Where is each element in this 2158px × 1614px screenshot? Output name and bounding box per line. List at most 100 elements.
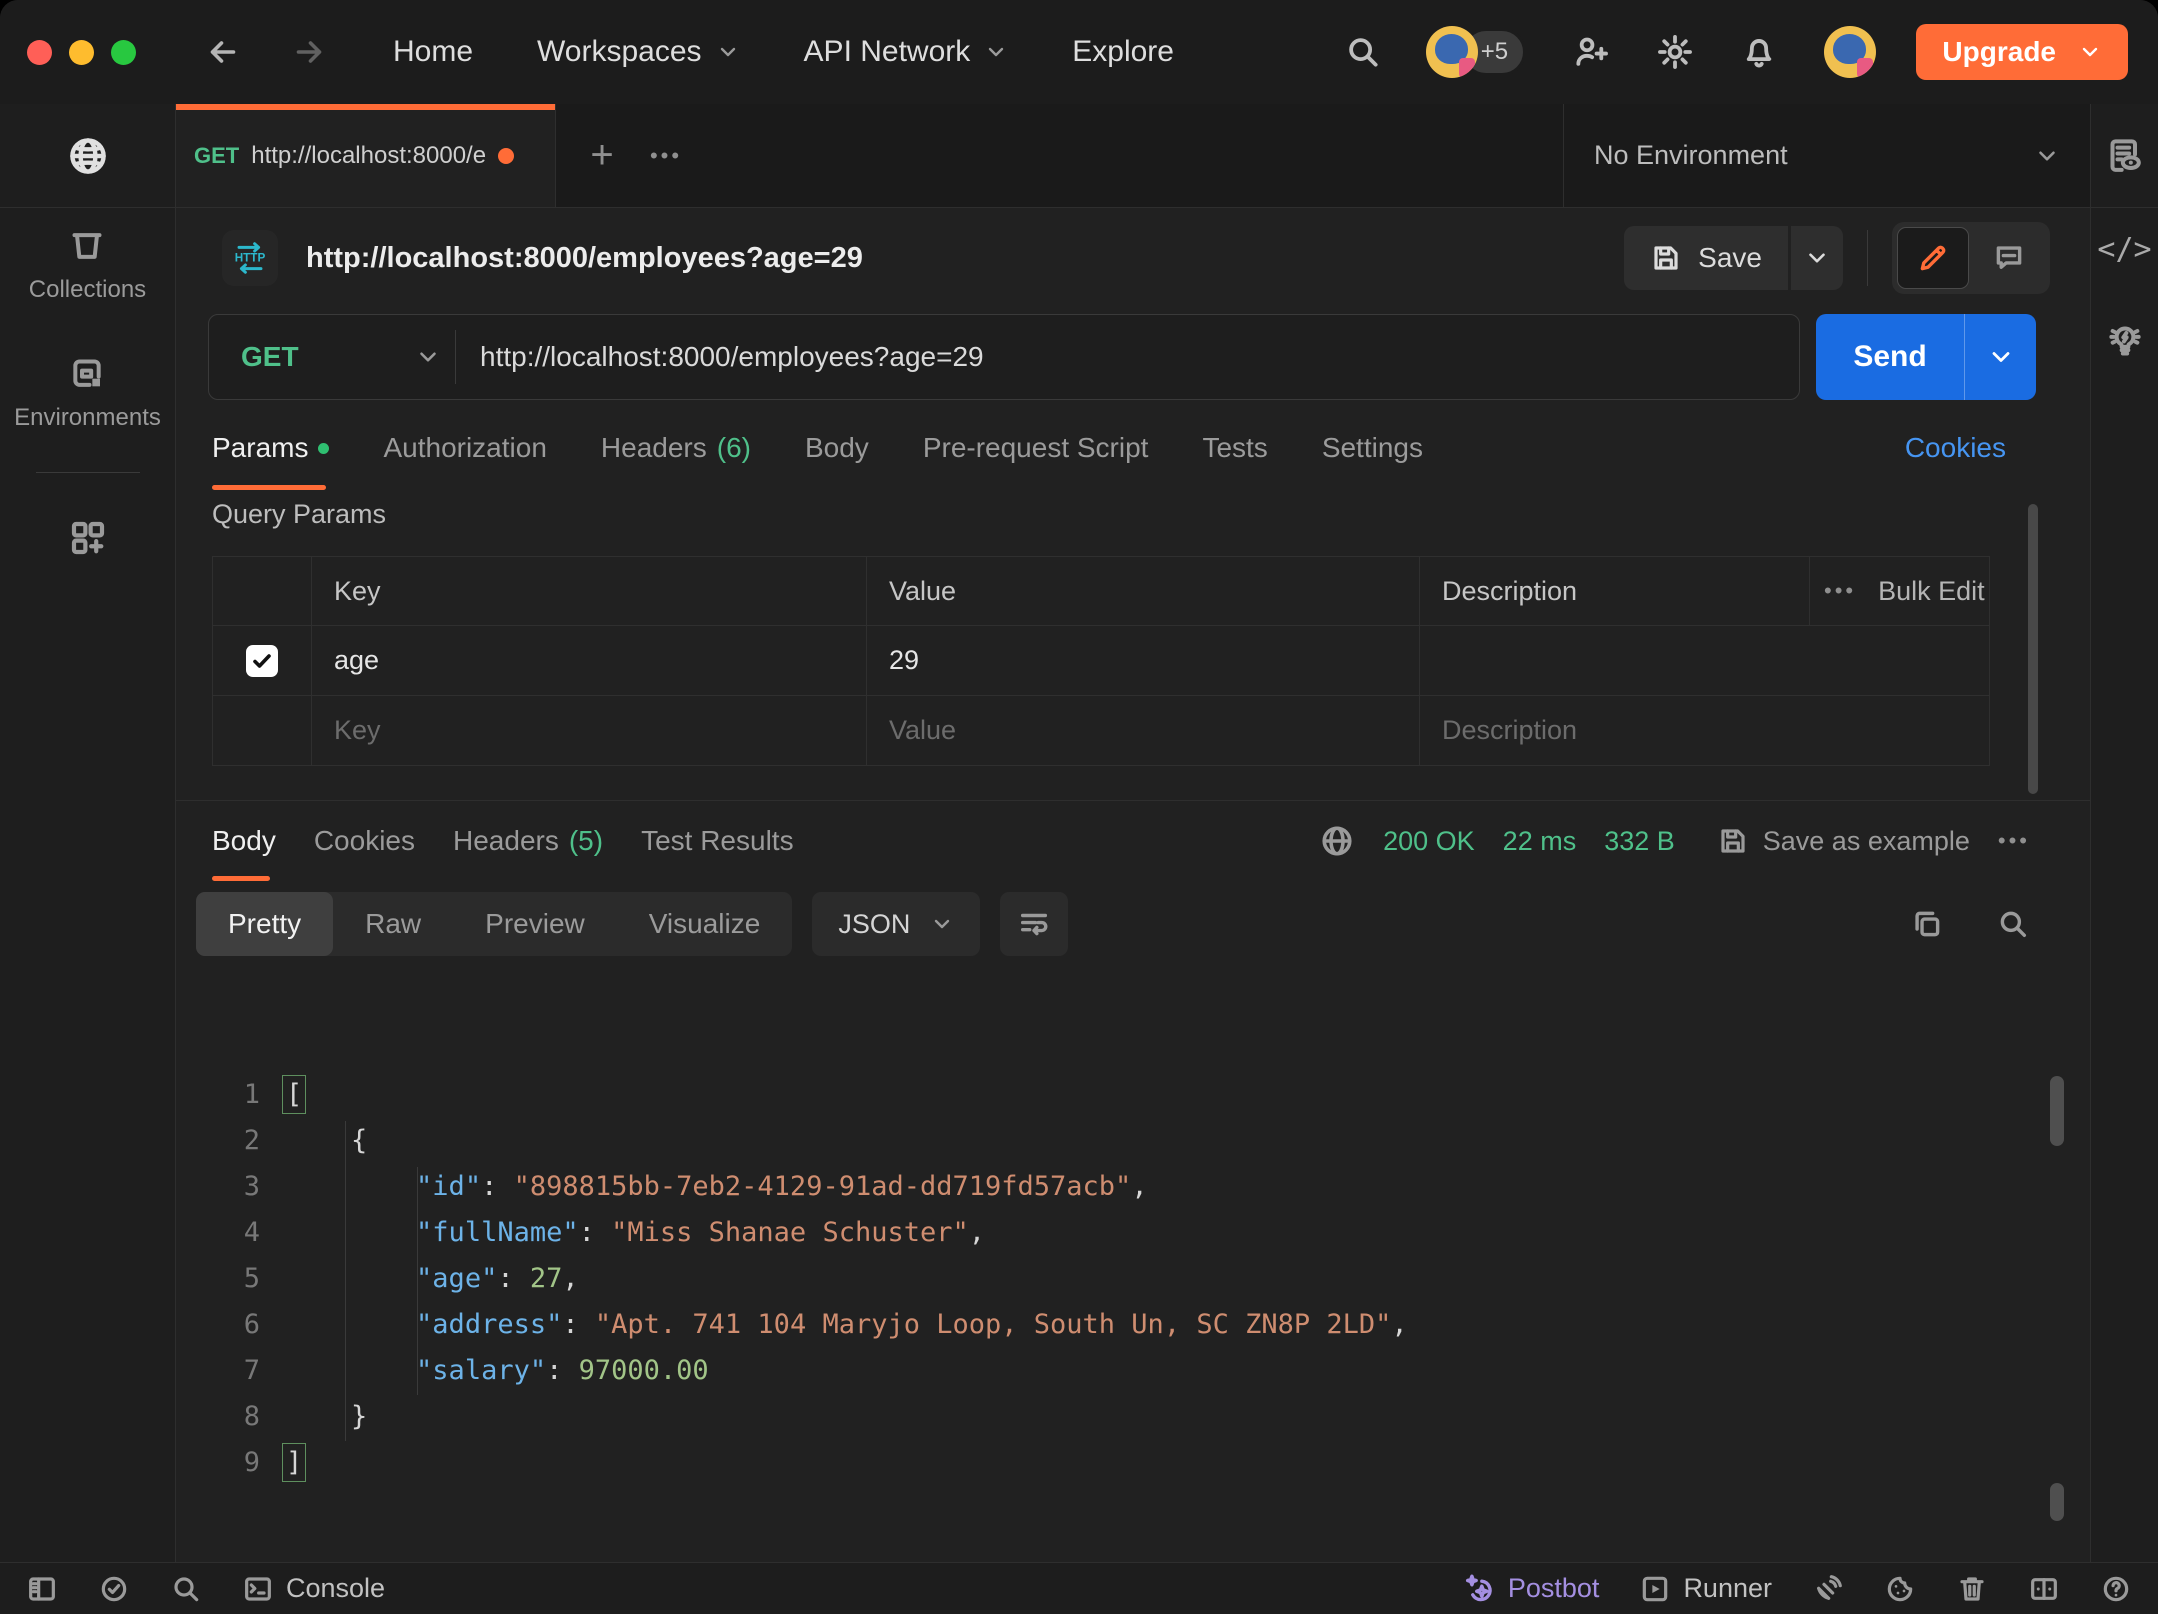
window-close-button[interactable] bbox=[27, 40, 52, 65]
method-select[interactable]: GET bbox=[209, 341, 455, 373]
nav-api-network[interactable]: API Network bbox=[804, 35, 1009, 69]
query-params-table: Key Value Description ••• Bulk Edit bbox=[212, 556, 1990, 766]
save-options-button[interactable] bbox=[1791, 226, 1843, 290]
param-key-input[interactable]: Key bbox=[311, 696, 866, 765]
network-globe-icon[interactable] bbox=[1319, 823, 1355, 859]
tab-options-button[interactable]: ••• bbox=[634, 104, 698, 207]
cookies-link[interactable]: Cookies bbox=[1905, 432, 2006, 464]
comment-button[interactable] bbox=[1973, 227, 2045, 289]
request-tab[interactable]: GET http://localhost:8000/e bbox=[176, 104, 556, 207]
collections-icon bbox=[67, 226, 107, 266]
cookies-button[interactable] bbox=[1884, 1573, 1916, 1605]
params-more-actions-button[interactable]: ••• bbox=[1824, 578, 1856, 604]
invite-user-icon[interactable] bbox=[1572, 33, 1610, 71]
save-floppy-icon bbox=[1650, 242, 1682, 274]
team-avatar-group[interactable]: +5 bbox=[1426, 26, 1526, 78]
tab-headers[interactable]: Headers (6) bbox=[601, 432, 751, 464]
toggle-sidebar-button[interactable] bbox=[26, 1573, 58, 1605]
size-badge[interactable]: 332 B bbox=[1604, 826, 1675, 857]
checklist-button[interactable] bbox=[98, 1573, 130, 1605]
format-select[interactable]: JSON bbox=[812, 892, 980, 956]
settings-gear-icon[interactable] bbox=[1656, 33, 1694, 71]
tab-authorization[interactable]: Authorization bbox=[383, 432, 546, 464]
response-code[interactable]: 1[2 {3 "id": "898815bb-7eb2-4129-91ad-dd… bbox=[176, 1071, 2090, 1562]
upgrade-button[interactable]: Upgrade bbox=[1916, 24, 2128, 80]
two-pane-icon bbox=[2028, 1573, 2060, 1605]
response-tab-body[interactable]: Body bbox=[212, 825, 276, 857]
status-badge[interactable]: 200 OK bbox=[1383, 826, 1475, 857]
response-scrollbar-thumb[interactable] bbox=[2050, 1076, 2064, 1146]
send-button[interactable]: Send bbox=[1816, 314, 1964, 400]
time-badge[interactable]: 22 ms bbox=[1503, 826, 1577, 857]
capture-requests-button[interactable] bbox=[1812, 1573, 1844, 1605]
wrap-text-button[interactable] bbox=[1000, 892, 1068, 956]
response-toolbar: Pretty Raw Preview Visualize JSON bbox=[176, 881, 2090, 967]
configure-modules-button[interactable] bbox=[67, 517, 109, 559]
nav-workspaces[interactable]: Workspaces bbox=[537, 35, 740, 69]
response-scrollbar-thumb[interactable] bbox=[2050, 1483, 2064, 1521]
console-label: Console bbox=[286, 1573, 385, 1604]
notifications-bell-icon[interactable] bbox=[1740, 33, 1778, 71]
workspace-globe-button[interactable] bbox=[0, 104, 175, 208]
view-visualize[interactable]: Visualize bbox=[617, 892, 793, 956]
save-button[interactable]: Save bbox=[1624, 226, 1788, 290]
response-tab-test-results[interactable]: Test Results bbox=[641, 825, 794, 857]
window-zoom-button[interactable] bbox=[111, 40, 136, 65]
runner-button[interactable]: Runner bbox=[1639, 1573, 1772, 1605]
param-description-input[interactable]: Description bbox=[1419, 696, 1989, 765]
trash-button[interactable] bbox=[1956, 1573, 1988, 1605]
request-title: http://localhost:8000/employees?age=29 bbox=[306, 242, 1624, 275]
ellipsis-icon: ••• bbox=[650, 143, 682, 169]
help-button[interactable] bbox=[2100, 1573, 2132, 1605]
send-options-button[interactable] bbox=[1964, 314, 2036, 400]
add-modules-icon bbox=[67, 517, 109, 559]
tab-authorization-label: Authorization bbox=[383, 432, 546, 464]
line-number: 2 bbox=[176, 1125, 286, 1156]
param-value-cell[interactable]: 29 bbox=[866, 626, 1419, 695]
tab-tests[interactable]: Tests bbox=[1202, 432, 1267, 464]
param-value-input[interactable]: Value bbox=[866, 696, 1419, 765]
sidebar-item-environments[interactable]: Environments bbox=[14, 354, 161, 432]
back-arrow-icon[interactable] bbox=[205, 34, 241, 70]
search-icon[interactable] bbox=[1344, 33, 1382, 71]
info-lightbulb-button[interactable] bbox=[2105, 321, 2145, 361]
split-pane-button[interactable] bbox=[2028, 1573, 2060, 1605]
search-response-button[interactable] bbox=[1996, 907, 2030, 941]
environment-selector[interactable]: No Environment bbox=[1563, 104, 2090, 207]
response-tab-headers[interactable]: Headers (5) bbox=[453, 825, 603, 857]
console-button[interactable]: Console bbox=[242, 1573, 385, 1605]
params-scrollbar[interactable] bbox=[2028, 504, 2038, 794]
postman-window: Home Workspaces API Network Explore +5 bbox=[0, 0, 2158, 1614]
param-key-cell[interactable]: age bbox=[311, 626, 866, 695]
response-options-button[interactable]: ••• bbox=[1998, 828, 2030, 854]
url-input[interactable]: http://localhost:8000/employees?age=29 bbox=[456, 341, 1799, 373]
tab-settings[interactable]: Settings bbox=[1322, 432, 1423, 464]
add-tab-button[interactable]: + bbox=[570, 104, 634, 207]
tab-params[interactable]: Params bbox=[212, 432, 329, 464]
save-as-example-button[interactable]: Save as example bbox=[1717, 825, 1970, 857]
view-raw[interactable]: Raw bbox=[333, 892, 453, 956]
row-checkbox[interactable] bbox=[246, 645, 278, 677]
rename-request-button[interactable] bbox=[1897, 227, 1969, 289]
response-tab-cookies[interactable]: Cookies bbox=[314, 825, 415, 857]
nav-explore[interactable]: Explore bbox=[1072, 35, 1174, 69]
http-request-icon: HTTP bbox=[222, 230, 278, 286]
svg-text:HTTP: HTTP bbox=[235, 251, 266, 264]
forward-arrow-icon[interactable] bbox=[291, 34, 327, 70]
user-avatar[interactable] bbox=[1824, 26, 1876, 78]
param-description-cell[interactable] bbox=[1419, 626, 1989, 695]
find-button[interactable] bbox=[170, 1573, 202, 1605]
postbot-button[interactable]: Postbot bbox=[1462, 1572, 1600, 1606]
tab-body[interactable]: Body bbox=[805, 432, 869, 464]
environment-quick-look-button[interactable] bbox=[2091, 104, 2158, 208]
active-tab-indicator bbox=[212, 876, 270, 881]
code-snippet-button[interactable]: </> bbox=[2097, 232, 2151, 267]
bulk-edit-button[interactable]: Bulk Edit bbox=[1878, 576, 1985, 607]
view-preview[interactable]: Preview bbox=[453, 892, 617, 956]
tab-pre-request-script[interactable]: Pre-request Script bbox=[923, 432, 1149, 464]
view-pretty[interactable]: Pretty bbox=[196, 892, 333, 956]
sidebar-item-collections[interactable]: Collections bbox=[29, 226, 146, 304]
window-minimize-button[interactable] bbox=[69, 40, 94, 65]
copy-response-button[interactable] bbox=[1910, 907, 1944, 941]
nav-home[interactable]: Home bbox=[393, 35, 473, 69]
